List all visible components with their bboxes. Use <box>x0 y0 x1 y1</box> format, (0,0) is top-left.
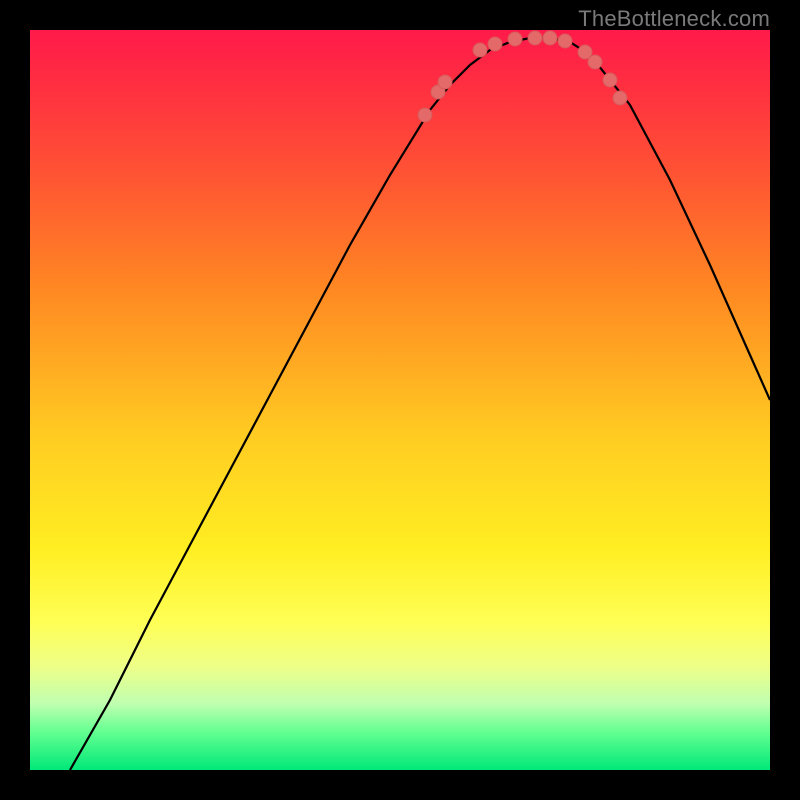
chart-svg <box>30 30 770 770</box>
marker-point <box>508 32 522 46</box>
marker-point <box>558 34 572 48</box>
marker-point <box>418 108 432 122</box>
marker-point <box>473 43 487 57</box>
watermark-text: TheBottleneck.com <box>578 6 770 32</box>
plot-area <box>30 30 770 770</box>
marker-point <box>488 37 502 51</box>
marker-point <box>613 91 627 105</box>
marker-point <box>588 55 602 69</box>
chart-container: TheBottleneck.com <box>0 0 800 800</box>
marker-point <box>543 31 557 45</box>
marker-point <box>603 73 617 87</box>
marker-point <box>438 75 452 89</box>
bottleneck-curve <box>70 38 770 770</box>
highlight-markers <box>418 31 627 122</box>
marker-point <box>528 31 542 45</box>
